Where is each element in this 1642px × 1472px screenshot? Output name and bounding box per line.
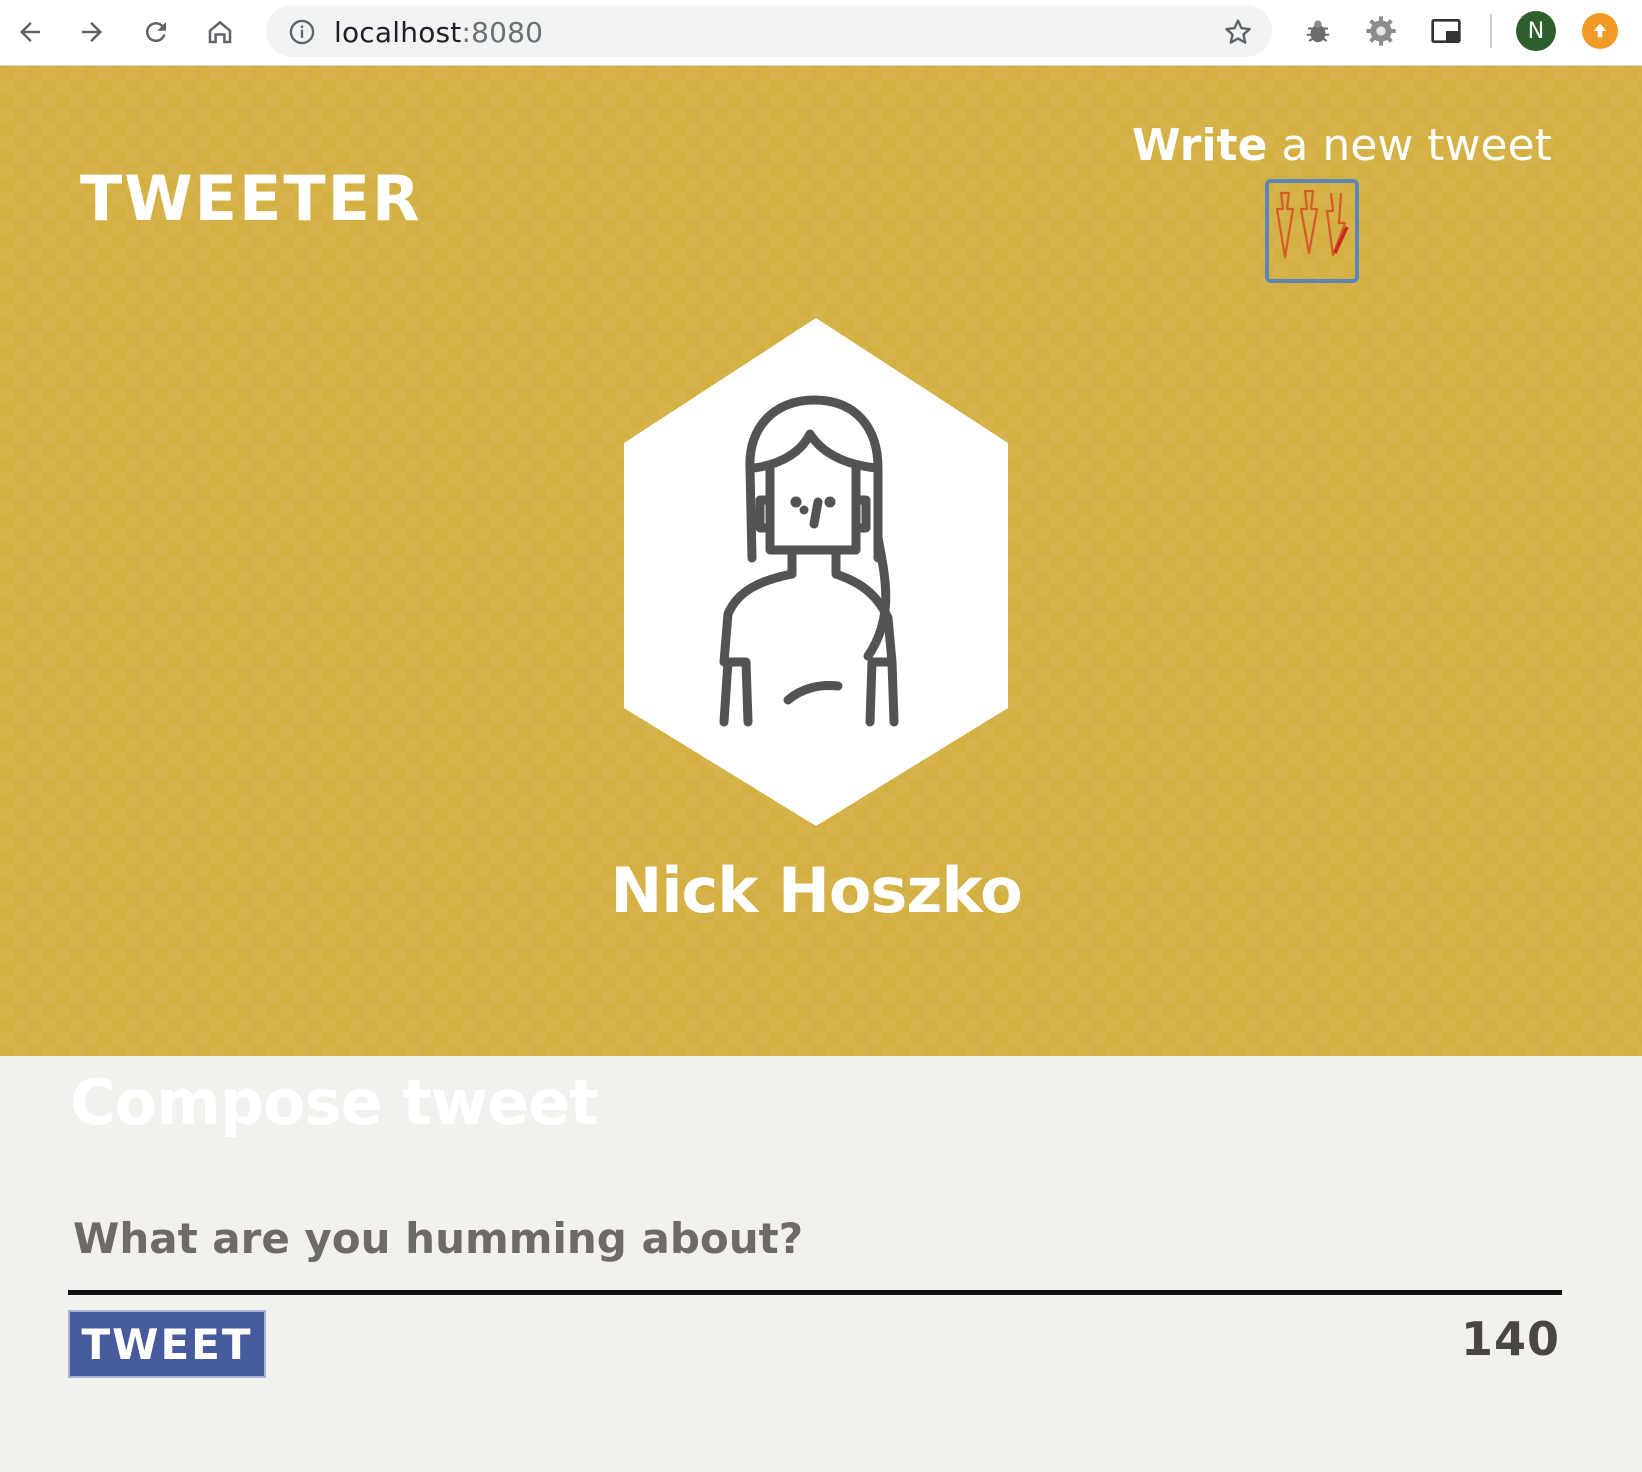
- reload-button[interactable]: [136, 12, 176, 52]
- toolbar-separator: [1490, 14, 1492, 48]
- address-bar[interactable]: localhost:8080: [266, 5, 1272, 57]
- character-counter: 140: [1460, 1312, 1560, 1366]
- profile-hero: TWEETER Write a new tweet Nick Hoszko: [0, 66, 1642, 1056]
- compose-title: Compose tweet: [70, 1066, 599, 1139]
- cast-button[interactable]: [1428, 13, 1464, 49]
- write-tweet-toggle[interactable]: [1265, 179, 1359, 283]
- star-icon[interactable]: [1222, 16, 1254, 48]
- info-icon[interactable]: [288, 18, 316, 46]
- write-strong-label: Write: [1132, 120, 1268, 171]
- forward-arrow-icon: [82, 22, 102, 42]
- update-icon: [1593, 23, 1607, 38]
- profile-avatar[interactable]: N: [1516, 11, 1556, 51]
- gear-icon: [1366, 16, 1396, 46]
- bug-extension-icon[interactable]: [1300, 13, 1336, 49]
- tweet-input[interactable]: [68, 1203, 1562, 1295]
- gear-extension-icon[interactable]: [1363, 13, 1399, 49]
- brand-logo[interactable]: TWEETER: [80, 162, 422, 235]
- down-arrows-icon: [1275, 189, 1349, 259]
- forward-button[interactable]: [72, 12, 112, 52]
- home-button[interactable]: [200, 12, 240, 52]
- url-text: localhost:8080: [334, 16, 544, 49]
- user-avatar-icon: [624, 318, 1008, 826]
- update-button[interactable]: [1582, 13, 1618, 49]
- write-rest-label: a new tweet: [1267, 120, 1552, 171]
- back-button[interactable]: [10, 12, 50, 52]
- home-icon: [208, 20, 232, 44]
- bug-icon: [1306, 20, 1330, 43]
- profile-name: Nick Hoszko: [610, 854, 1022, 927]
- reload-icon: [145, 22, 166, 43]
- browser-toolbar: localhost:8080 N: [0, 0, 1642, 66]
- tweet-button[interactable]: TWEET: [68, 1310, 266, 1378]
- write-tweet-link[interactable]: Write a new tweet: [1132, 120, 1552, 171]
- cast-icon: [1431, 19, 1461, 43]
- back-arrow-icon: [20, 22, 40, 42]
